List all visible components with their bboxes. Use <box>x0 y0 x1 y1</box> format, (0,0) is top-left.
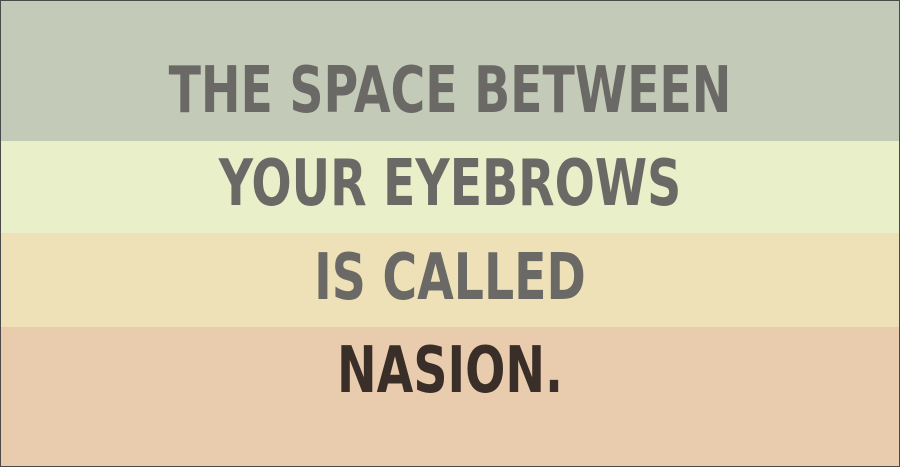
headline-line-3: IS CALLED <box>314 241 586 315</box>
headline-answer: NASION. <box>337 334 563 408</box>
headline-line-2: YOUR EYEBROWS <box>218 147 682 221</box>
headline-line-1: THE SPACE BETWEEN <box>168 54 732 128</box>
fact-poster: THE SPACE BETWEEN YOUR EYEBROWS IS CALLE… <box>0 0 900 467</box>
